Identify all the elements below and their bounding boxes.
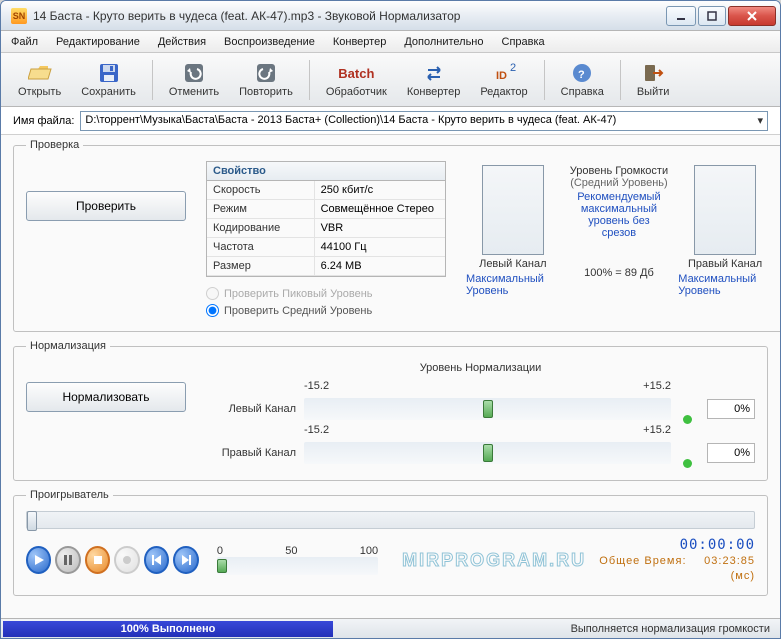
batch-icon: Batch	[344, 61, 368, 85]
pause-button[interactable]	[55, 546, 80, 574]
filebar: Имя файла: D:\торрент\Музыка\Баста\Баста…	[1, 107, 780, 135]
toolbar: Открыть Сохранить Отменить Повторить Bat…	[1, 53, 780, 107]
maximize-button[interactable]	[698, 6, 726, 26]
time-display: 00:00:00 Общее Время: 03:23:85 (мс)	[590, 537, 755, 583]
save-button[interactable]: Сохранить	[72, 56, 145, 104]
editor-icon: ID2	[492, 61, 516, 85]
left-max-link[interactable]: Максимальный Уровень	[466, 273, 560, 297]
recommend-link[interactable]: Рекомендуемый максимальный уровень без с…	[570, 191, 669, 239]
folder-open-icon	[28, 61, 52, 85]
left-channel-box: Левый Канал Максимальный Уровень	[466, 165, 560, 297]
exit-icon	[641, 61, 665, 85]
prop-row: КодированиеVBR	[207, 219, 445, 238]
floppy-icon	[97, 61, 121, 85]
prop-row: Скорость250 кбит/с	[207, 181, 445, 200]
progress-bar: 100% Выполнено	[3, 621, 333, 637]
radio-peak[interactable]: Проверить Пиковый Уровень	[206, 285, 446, 302]
prop-row: Частота44100 Гц	[207, 238, 445, 257]
seek-slider[interactable]	[26, 511, 755, 529]
batch-button[interactable]: Batch Обработчик	[317, 56, 396, 104]
normalize-button[interactable]: Нормализовать	[26, 382, 186, 412]
menu-help[interactable]: Справка	[502, 36, 545, 48]
app-icon: SN	[11, 8, 27, 24]
app-window: SN 14 Баста - Круто верить в чудеса (fea…	[0, 0, 781, 639]
player-group: Проигрыватель 050100 MIRPROGRAM.RU 00:00…	[13, 489, 768, 596]
menubar: Файл Редактирование Действия Воспроизвед…	[1, 31, 780, 53]
properties-header: Свойство	[207, 162, 445, 181]
filename-combo[interactable]: D:\торрент\Музыка\Баста\Баста - 2013 Бас…	[80, 111, 768, 131]
right-max-link[interactable]: Максимальный Уровень	[678, 273, 772, 297]
prev-button[interactable]	[144, 546, 169, 574]
help-icon: ?	[570, 61, 594, 85]
menu-file[interactable]: Файл	[11, 36, 38, 48]
prop-row: Размер6.24 МВ	[207, 257, 445, 276]
toolbar-separator	[544, 60, 545, 100]
toolbar-separator	[152, 60, 153, 100]
undo-button[interactable]: Отменить	[160, 56, 228, 104]
record-button[interactable]	[114, 546, 139, 574]
svg-text:?: ?	[578, 69, 585, 81]
filename-label: Имя файла:	[13, 115, 74, 127]
svg-text:ID: ID	[496, 70, 507, 82]
menu-playback[interactable]: Воспроизведение	[224, 36, 315, 48]
help-button[interactable]: ? Справка	[552, 56, 613, 104]
left-channel-slider[interactable]	[304, 398, 671, 420]
right-channel-slider[interactable]	[304, 442, 671, 464]
svg-text:2: 2	[510, 62, 516, 74]
normalize-group: Нормализация Нормализовать Уровень Норма…	[13, 340, 768, 481]
next-button[interactable]	[173, 546, 198, 574]
menu-actions[interactable]: Действия	[158, 36, 206, 48]
prop-row: РежимСовмещённое Стерео	[207, 200, 445, 219]
properties-grid: Свойство Скорость250 кбит/с РежимСовмещё…	[206, 161, 446, 277]
redo-icon	[254, 61, 278, 85]
menu-extra[interactable]: Дополнительно	[404, 36, 483, 48]
right-pct: 0%	[707, 443, 755, 463]
window-title: 14 Баста - Круто верить в чудеса (feat. …	[33, 9, 666, 23]
volume-slider[interactable]	[217, 557, 378, 575]
left-channel-meter	[482, 165, 544, 255]
status-text: Выполняется нормализация громкости	[335, 623, 780, 635]
left-pct: 0%	[707, 399, 755, 419]
open-button[interactable]: Открыть	[9, 56, 70, 104]
close-button[interactable]	[728, 6, 776, 26]
menu-converter[interactable]: Конвертер	[333, 36, 386, 48]
stop-button[interactable]	[85, 546, 110, 574]
titlebar: SN 14 Баста - Круто верить в чудеса (fea…	[1, 1, 780, 31]
minimize-button[interactable]	[666, 6, 696, 26]
right-channel-box: Правый Канал Максимальный Уровень	[678, 165, 772, 297]
check-mode-radios: Проверить Пиковый Уровень Проверить Сред…	[206, 285, 446, 319]
converter-icon	[422, 61, 446, 85]
editor-button[interactable]: ID2 Редактор	[471, 56, 536, 104]
exit-button[interactable]: Выйти	[628, 56, 679, 104]
play-button[interactable]	[26, 546, 51, 574]
normalize-legend: Нормализация	[26, 340, 110, 352]
watermark: MIRPROGRAM.RU	[402, 550, 586, 571]
player-legend: Проигрыватель	[26, 489, 113, 501]
toolbar-separator	[309, 60, 310, 100]
content-area: Проверка Проверить Свойство Скорость250 …	[1, 135, 780, 618]
menu-edit[interactable]: Редактирование	[56, 36, 140, 48]
statusbar: 100% Выполнено Выполняется нормализация …	[1, 618, 780, 638]
converter-button[interactable]: Конвертер	[398, 56, 469, 104]
right-channel-meter	[694, 165, 756, 255]
check-legend: Проверка	[26, 139, 83, 151]
check-button[interactable]: Проверить	[26, 191, 186, 221]
check-group: Проверка Проверить Свойство Скорость250 …	[13, 139, 780, 332]
radio-average[interactable]: Проверить Средний Уровень	[206, 302, 446, 319]
undo-icon	[182, 61, 206, 85]
redo-button[interactable]: Повторить	[230, 56, 302, 104]
toolbar-separator	[620, 60, 621, 100]
